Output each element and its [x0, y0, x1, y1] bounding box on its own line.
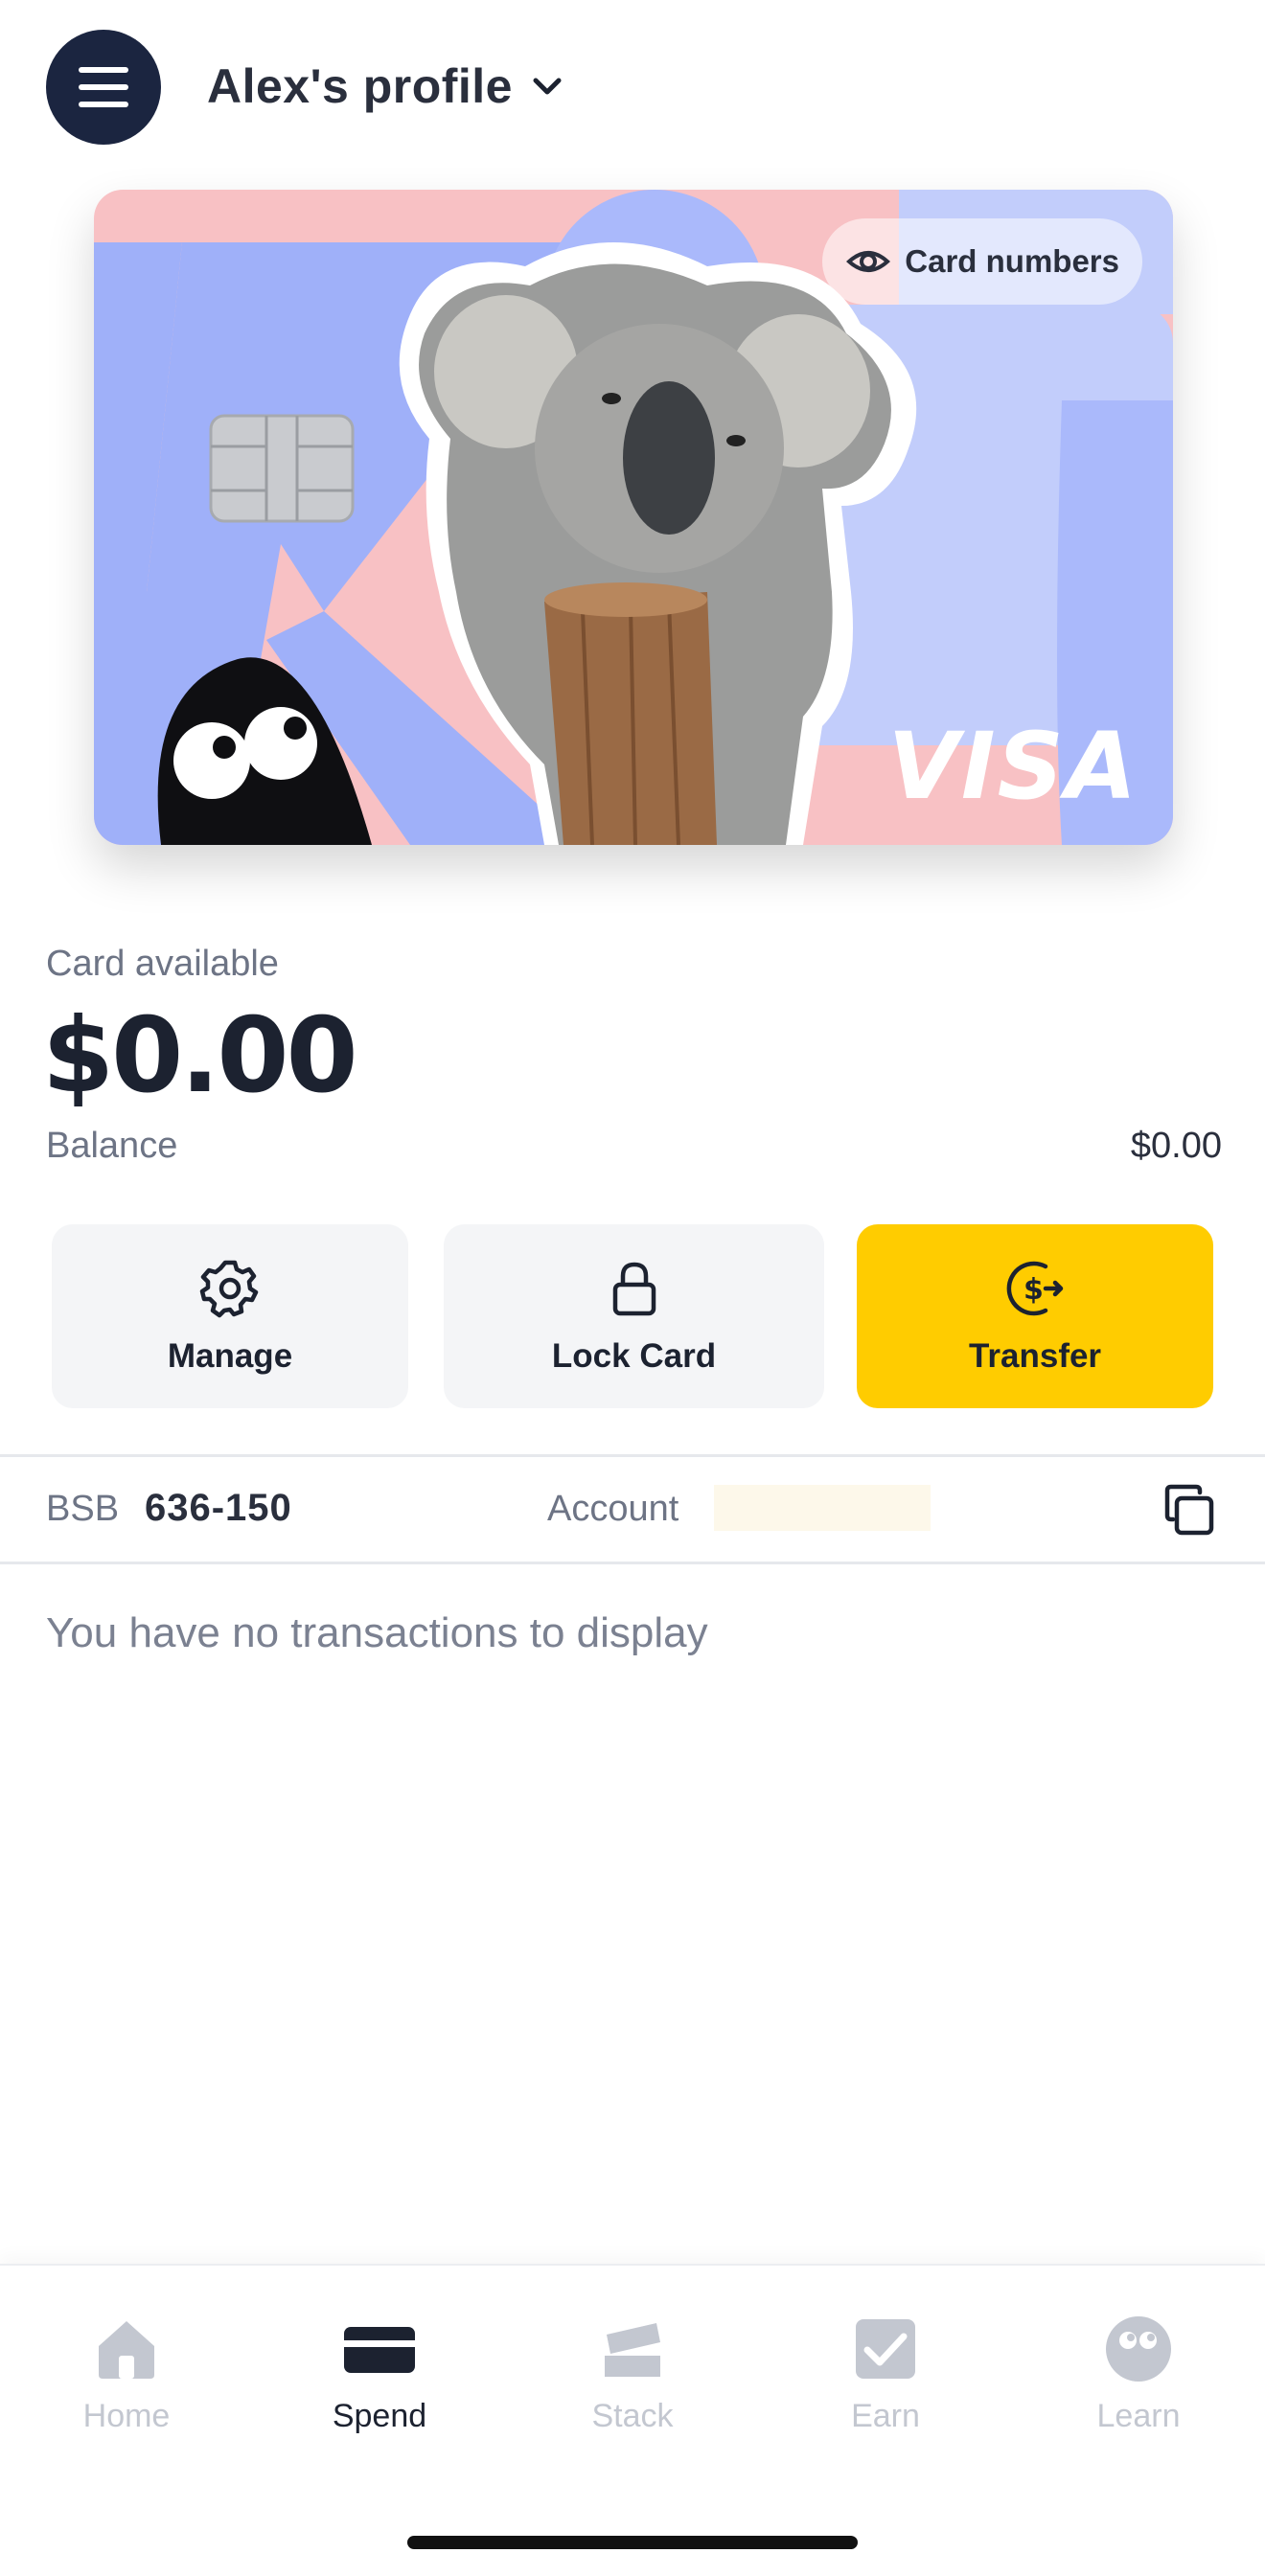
profile-name: Alex's profile — [207, 59, 513, 113]
profile-switcher[interactable]: Alex's profile — [207, 56, 566, 117]
tab-spend[interactable]: Spend — [253, 2266, 506, 2457]
transfer-button[interactable]: $ Transfer — [857, 1224, 1213, 1408]
tab-label: Stack — [591, 2398, 674, 2434]
hamburger-menu-icon[interactable] — [46, 30, 161, 145]
chevron-down-icon — [533, 78, 562, 95]
eyes-face-icon — [1106, 2316, 1171, 2382]
lock-card-label: Lock Card — [551, 1337, 717, 1375]
account-label: Account — [547, 1489, 679, 1529]
dollar-transfer-icon: $ — [1006, 1261, 1064, 1316]
manage-button[interactable]: Manage — [52, 1224, 408, 1408]
tab-label: Spend — [332, 2398, 427, 2434]
bottom-tab-bar: Home Spend Stack Earn Learn — [0, 2264, 1265, 2576]
stack-icon — [605, 2323, 660, 2377]
balance-value: $0.00 — [1130, 1126, 1222, 1166]
card-icon — [344, 2327, 415, 2373]
tab-learn[interactable]: Learn — [1012, 2266, 1265, 2457]
divider — [0, 1454, 1265, 1457]
bsb-label: BSB — [46, 1489, 120, 1529]
tab-label: Learn — [1096, 2398, 1181, 2434]
debit-card[interactable]: Card numbers VISA — [94, 190, 1173, 845]
home-icon — [99, 2321, 154, 2379]
card-actions: Manage Lock Card $ Transfer — [52, 1224, 1213, 1408]
eye-icon — [846, 251, 891, 272]
tab-earn[interactable]: Earn — [759, 2266, 1012, 2457]
tab-stack[interactable]: Stack — [506, 2266, 759, 2457]
divider — [0, 1562, 1265, 1564]
checkbox-icon — [856, 2319, 915, 2379]
card-numbers-label: Card numbers — [905, 243, 1119, 279]
card-numbers-button[interactable]: Card numbers — [822, 218, 1142, 305]
card-available-label: Card available — [46, 944, 279, 984]
balance-label: Balance — [46, 1126, 178, 1166]
svg-text:$: $ — [1024, 1273, 1044, 1307]
account-number-redacted — [714, 1485, 931, 1531]
tab-label: Home — [82, 2398, 171, 2434]
visa-logo: VISA — [887, 713, 1138, 820]
card-available-amount: $0.00 — [42, 996, 358, 1116]
transfer-label: Transfer — [968, 1337, 1102, 1375]
account-details-row: BSB 636-150 Account — [0, 1460, 1265, 1563]
tab-label: Earn — [851, 2398, 920, 2434]
home-indicator — [407, 2536, 858, 2549]
gear-icon — [199, 1260, 259, 1318]
top-bar: Alex's profile — [0, 0, 1265, 172]
lock-card-button[interactable]: Lock Card — [444, 1224, 824, 1408]
lock-icon — [612, 1262, 656, 1316]
copy-icon[interactable] — [1160, 1481, 1219, 1540]
tab-home[interactable]: Home — [0, 2266, 253, 2457]
manage-label: Manage — [167, 1337, 293, 1375]
empty-transactions-message: You have no transactions to display — [46, 1609, 708, 1656]
bsb-value: 636-150 — [145, 1487, 292, 1529]
